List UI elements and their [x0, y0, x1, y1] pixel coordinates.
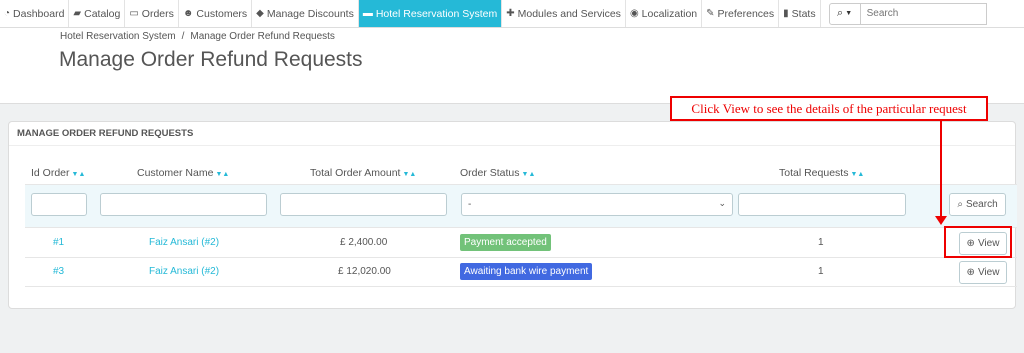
sort-icon[interactable]: ▼▲: [72, 171, 86, 178]
row-customer-name[interactable]: Faiz Ansari (#2): [149, 266, 219, 277]
nav-item-catalog[interactable]: ▰ Catalog: [69, 0, 126, 27]
orders-icon: ▭: [129, 8, 139, 19]
annotation-arrow-head: [935, 216, 947, 225]
nav-search-input[interactable]: [860, 2, 987, 25]
nav-item-modules-and-services[interactable]: ✚ Modules and Services: [502, 0, 626, 27]
table-divider: [25, 257, 1017, 258]
breadcrumb-separator: /: [181, 31, 185, 42]
top-nav: ◔ Dashboard ▰ Catalog ▭ Orders ☻ Customers ◆…: [0, 0, 1024, 28]
row-total-requests: 1: [818, 266, 824, 277]
breadcrumb-current: Manage Order Refund Requests: [190, 31, 335, 42]
row-total-amount: £ 12,020.00: [338, 266, 391, 277]
stats-icon: ▮: [783, 8, 789, 19]
filter-total-amount-input[interactable]: [280, 193, 447, 216]
annotation-arrow-line: [940, 121, 942, 218]
column-label: Id Order: [31, 167, 70, 179]
catalog-icon: ▰: [73, 8, 82, 19]
view-button[interactable]: ⊕ View: [959, 261, 1007, 284]
zoom-in-icon: ⊕: [966, 267, 975, 278]
column-header-customer-name[interactable]: Customer Name ▼▲: [137, 167, 229, 179]
row-total-requests: 1: [818, 237, 824, 248]
nav-item-label: Orders: [141, 7, 174, 20]
page-title: Manage Order Refund Requests: [59, 48, 363, 71]
puzzle-icon: ✚: [506, 8, 515, 19]
row-id-order[interactable]: #1: [53, 237, 64, 248]
search-type-dropdown[interactable]: ⌕ ▼: [828, 2, 861, 25]
search-icon: ⌕: [957, 199, 963, 210]
panel-heading: MANAGE ORDER REFUND REQUESTS: [9, 122, 1015, 146]
caret-down-icon: ▼: [845, 10, 853, 17]
column-label: Total Order Amount: [310, 167, 401, 179]
search-button[interactable]: ⌕ Search: [949, 193, 1006, 216]
column-header-order-status[interactable]: Order Status ▼▲: [460, 167, 535, 179]
nav-item-label: Localization: [641, 7, 698, 20]
filter-total-requests-input[interactable]: [738, 193, 906, 216]
nav-item-manage-discounts[interactable]: ◆ Manage Discounts: [252, 0, 359, 27]
breadcrumb-parent[interactable]: Hotel Reservation System: [60, 31, 176, 42]
chevron-down-icon: ⌄: [718, 198, 726, 208]
tag-icon: ◆: [256, 8, 264, 19]
select-value: -: [468, 199, 472, 210]
nav-item-label: Modules and Services: [517, 7, 621, 20]
bed-icon: ▬: [362, 8, 373, 19]
table-divider: [25, 286, 1017, 287]
breadcrumb: Hotel Reservation System / Manage Order Re…: [60, 31, 335, 42]
status-badge: Awaiting bank wire payment: [460, 263, 593, 280]
search-icon: ⌕: [837, 7, 844, 19]
page-header: Hotel Reservation System / Manage Order Re…: [0, 28, 1024, 104]
sort-icon[interactable]: ▼▲: [215, 171, 229, 178]
nav-item-label: Customers: [196, 7, 248, 20]
nav-item-stats[interactable]: ▮ Stats: [779, 0, 821, 27]
nav-item-dashboard[interactable]: ◔ Dashboard: [0, 0, 70, 27]
filter-id-order-input[interactable]: [31, 193, 87, 216]
nav-item-label: Stats: [791, 7, 816, 20]
annotation-callout: Click View to see the details of the par…: [670, 96, 988, 121]
nav-item-label: Manage Discounts: [266, 7, 354, 20]
status-badge: Payment accepted: [460, 234, 551, 251]
filter-customer-name-input[interactable]: [100, 193, 267, 216]
nav-search: ⌕ ▼: [828, 0, 987, 27]
column-header-total-requests[interactable]: Total Requests ▼▲: [779, 167, 864, 179]
sort-icon[interactable]: ▼▲: [522, 171, 536, 178]
nav-item-localization[interactable]: ◉ Localization: [626, 0, 703, 27]
nav-item-label: Catalog: [84, 7, 121, 20]
nav-item-label: Preferences: [717, 7, 775, 20]
column-label: Order Status: [460, 167, 520, 179]
refund-requests-panel: MANAGE ORDER REFUND REQUESTS Id Order ▼▲ …: [8, 121, 1017, 309]
nav-item-customers[interactable]: ☻ Customers: [179, 0, 253, 27]
row-customer-name[interactable]: Faiz Ansari (#2): [149, 237, 219, 248]
customers-icon: ☻: [182, 8, 194, 19]
nav-item-preferences[interactable]: ✎ Preferences: [702, 0, 780, 27]
globe-icon: ◉: [629, 8, 639, 19]
search-button-label: Search: [965, 199, 998, 210]
filter-order-status-select[interactable]: - ⌄: [461, 193, 733, 216]
wrench-icon: ✎: [706, 8, 715, 19]
table-divider: [25, 227, 1017, 228]
nav-item-label: Hotel Reservation System: [375, 7, 498, 20]
nav-item-label: Dashboard: [13, 7, 65, 20]
row-total-amount: £ 2,400.00: [340, 237, 388, 248]
column-header-id-order[interactable]: Id Order ▼▲: [31, 167, 85, 179]
view-button-label: View: [977, 267, 1000, 278]
dashboard-icon: ◔: [4, 8, 11, 19]
column-header-total-order-amount[interactable]: Total Order Amount ▼▲: [310, 167, 416, 179]
annotation-highlight-box: [944, 226, 1012, 258]
nav-item-orders[interactable]: ▭ Orders: [125, 0, 179, 27]
column-label: Customer Name: [137, 167, 214, 179]
nav-item-hotel-reservation-system[interactable]: ▬ Hotel Reservation System: [358, 0, 503, 27]
sort-icon[interactable]: ▼▲: [402, 171, 416, 178]
row-id-order[interactable]: #3: [53, 266, 64, 277]
column-label: Total Requests: [779, 167, 849, 179]
sort-icon[interactable]: ▼▲: [850, 171, 864, 178]
